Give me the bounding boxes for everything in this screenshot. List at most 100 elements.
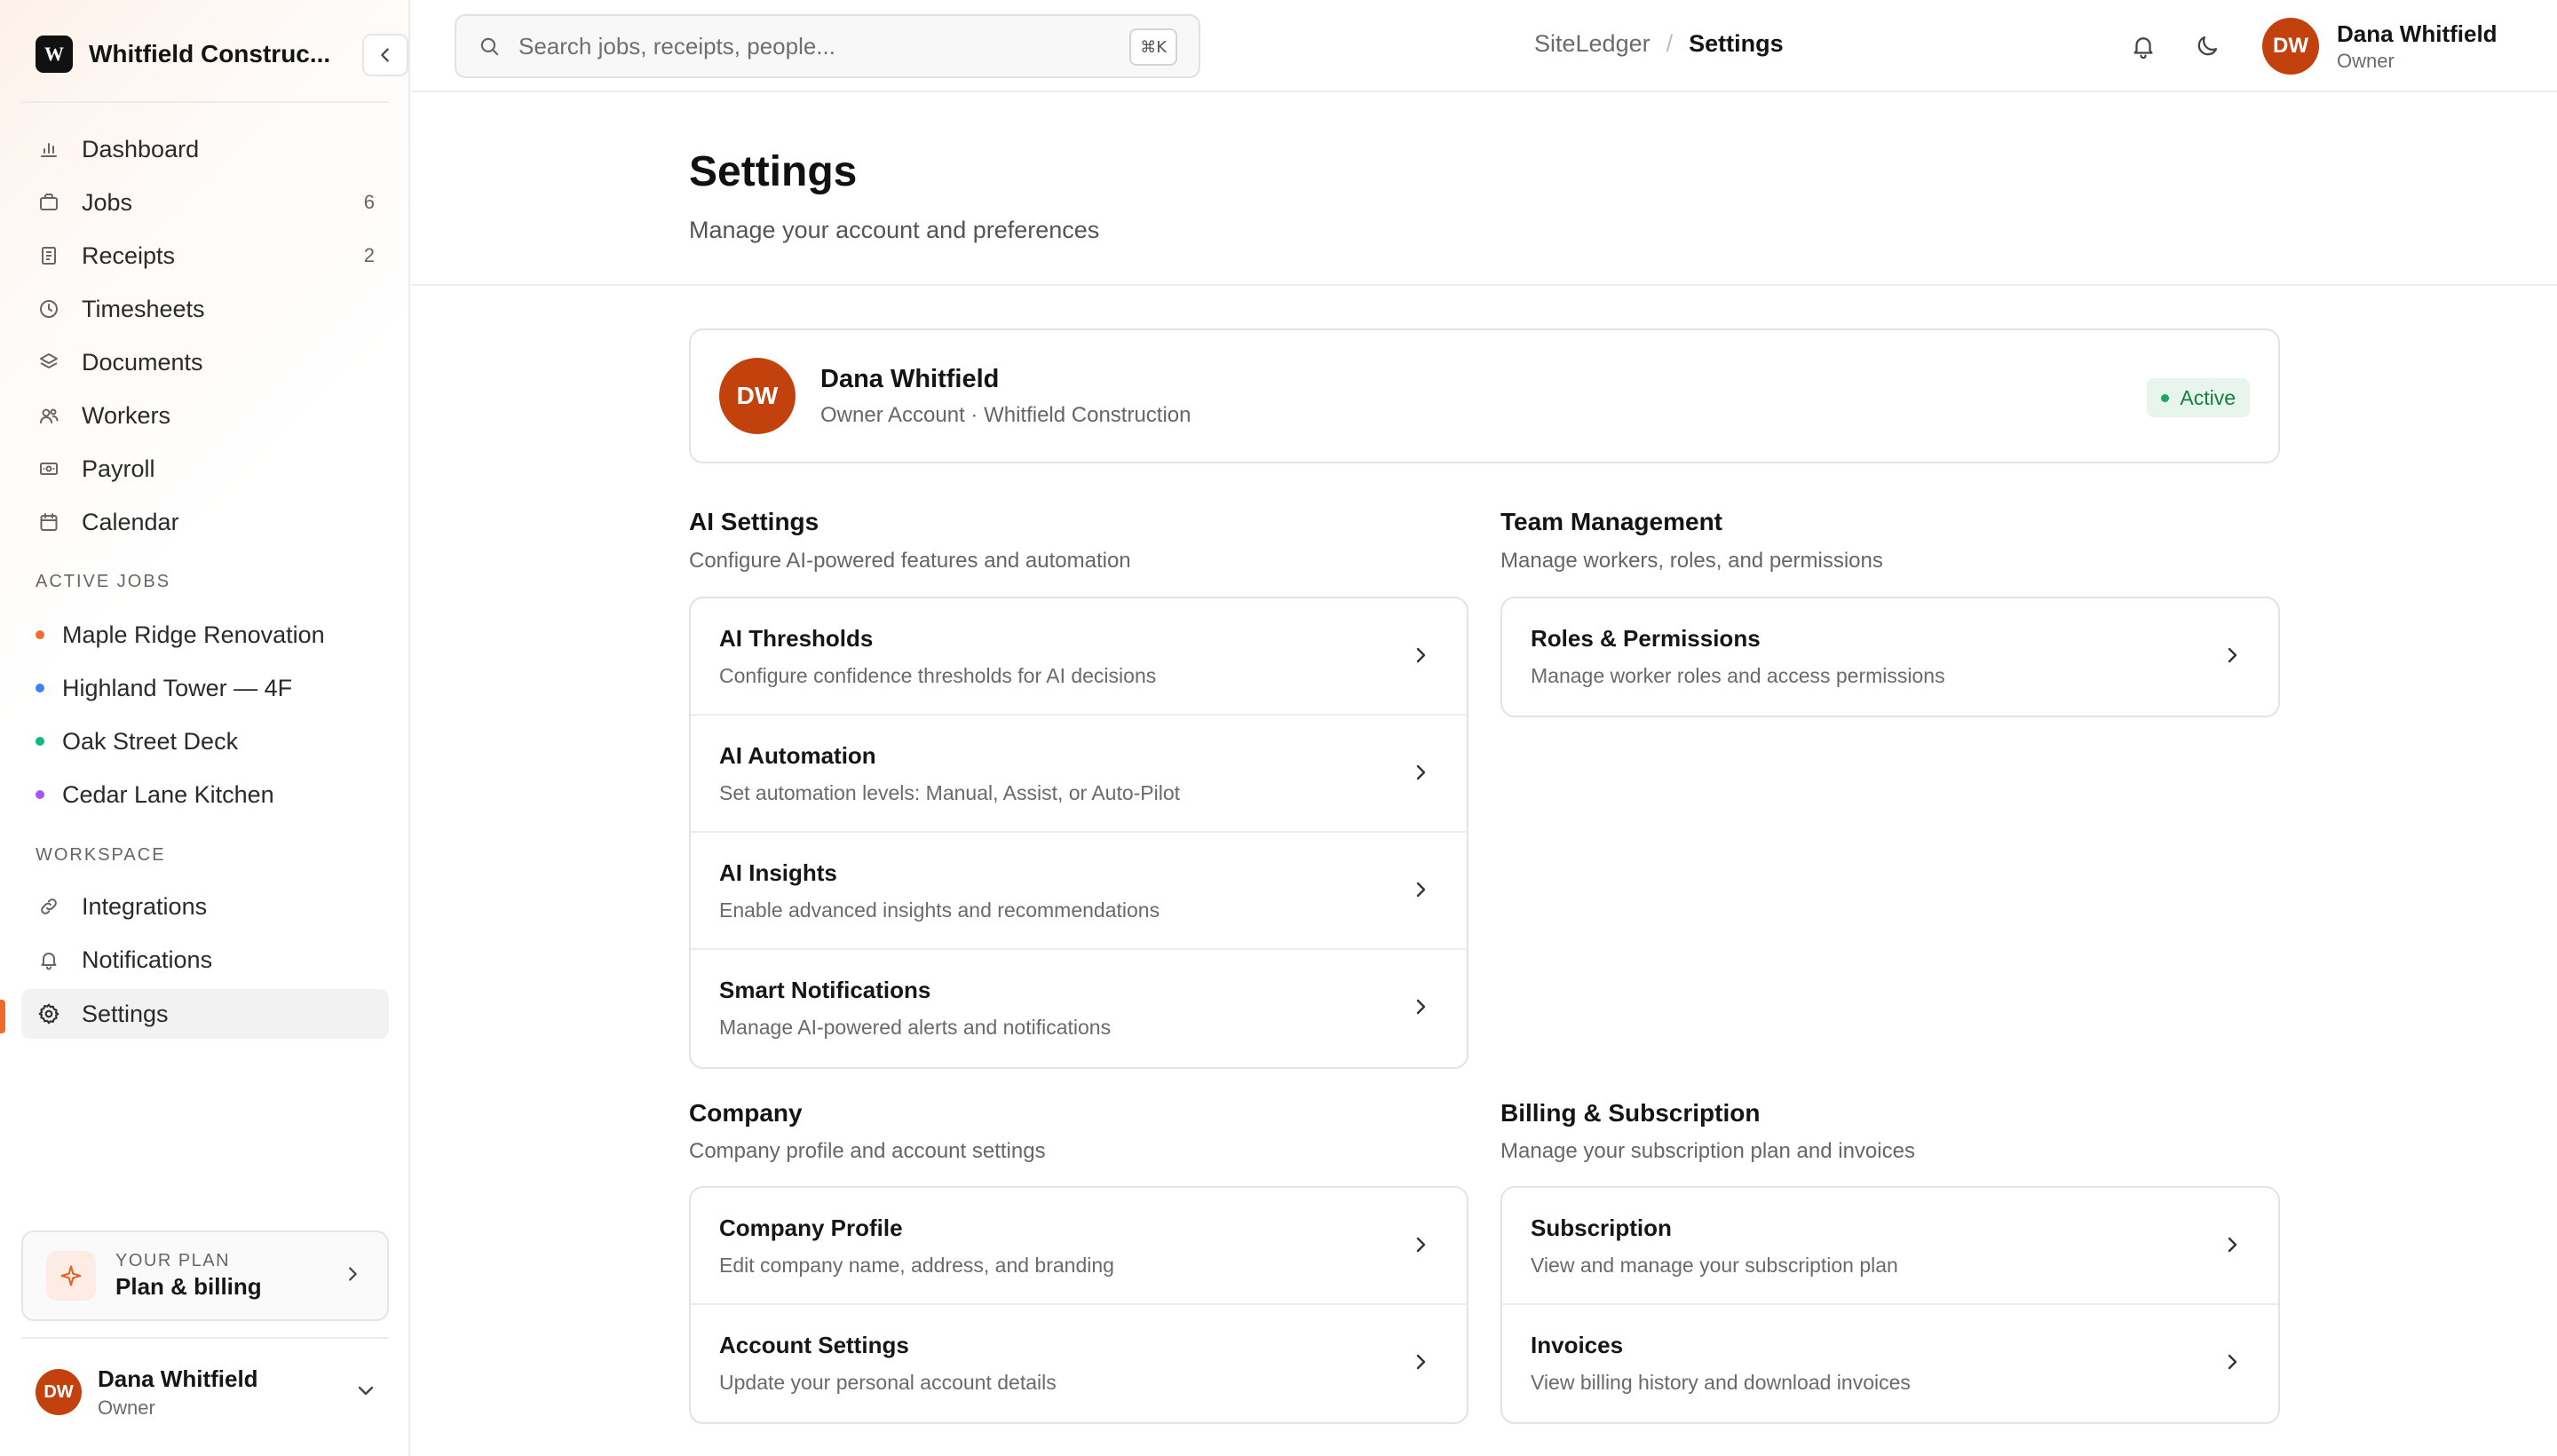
breadcrumb-root[interactable]: SiteLedger (1534, 30, 1651, 58)
job-item-maple-ridge[interactable]: Maple Ridge Renovation (21, 610, 389, 660)
nav-item-payroll[interactable]: Payroll (21, 444, 389, 494)
chevron-right-icon (1416, 999, 1426, 1015)
row-description: Update your personal account details (719, 1371, 1057, 1394)
status-badge: Active (2147, 378, 2250, 417)
row-description: View and manage your subscription plan (1531, 1254, 1898, 1277)
nav-item-dashboard[interactable]: Dashboard (21, 124, 389, 174)
nav-item-calendar[interactable]: Calendar (21, 497, 389, 547)
active-jobs-heading: ACTIVE JOBS (36, 572, 171, 591)
job-item-oak-street[interactable]: Oak Street Deck (21, 716, 389, 766)
nav-label: Timesheets (82, 295, 205, 322)
avatar: DW (2262, 18, 2319, 75)
row-description: Enable advanced insights and recommendat… (719, 898, 1160, 922)
theme-toggle-button[interactable] (2188, 27, 2227, 66)
shortcut-hint: ⌘K (1129, 28, 1177, 66)
topbar: ⌘K SiteLedger / Settings DW Dana Whitfie… (412, 0, 2557, 92)
nav-item-integrations[interactable]: Integrations (21, 882, 389, 931)
nav-label: Documents (82, 348, 203, 376)
row-title: AI Insights (719, 859, 837, 886)
status-label: Active (2180, 385, 2236, 409)
section-title-team: Team Management (1500, 508, 1722, 535)
settings-row-roles-permissions[interactable]: Roles & Permissions Manage worker roles … (1502, 598, 2278, 716)
company-settings-list: Company Profile Edit company name, addre… (689, 1186, 1468, 1424)
banknote-icon (36, 455, 62, 482)
briefcase-icon (36, 189, 62, 216)
sidebar-user-menu[interactable]: DW Dana Whitfield Owner (36, 1357, 391, 1428)
settings-row-company-profile[interactable]: Company Profile Edit company name, addre… (691, 1188, 1467, 1305)
brand-name[interactable]: Whitfield Construc... (89, 40, 330, 68)
row-description: Manage worker roles and access permissio… (1531, 664, 1945, 687)
breadcrumb: SiteLedger / Settings (1534, 30, 1784, 58)
job-label: Highland Tower — 4F (62, 674, 293, 701)
row-description: Edit company name, address, and branding (719, 1254, 1114, 1277)
profile-meta: Owner Account · Whitfield Construction (820, 402, 1191, 427)
profile-name: Dana Whitfield (820, 364, 1000, 393)
user-menu[interactable]: DW Dana Whitfield Owner (2262, 18, 2498, 75)
nav-label: Settings (82, 1000, 169, 1027)
job-label: Maple Ridge Renovation (62, 621, 325, 648)
chevron-right-icon (349, 1267, 357, 1281)
nav-label: Dashboard (82, 135, 200, 162)
job-item-cedar-lane[interactable]: Cedar Lane Kitchen (21, 770, 389, 819)
divider (21, 101, 389, 103)
settings-row-ai-insights[interactable]: AI Insights Enable advanced insights and… (691, 833, 1467, 950)
jobs-count: 6 (363, 191, 375, 213)
bell-icon (36, 946, 62, 973)
page-title: Settings (689, 148, 858, 195)
bar-chart-icon (36, 136, 62, 162)
section-subtitle-company: Company profile and account settings (689, 1139, 1046, 1163)
billing-settings-list: Subscription View and manage your subscr… (1500, 1186, 2280, 1424)
settings-row-subscription[interactable]: Subscription View and manage your subscr… (1502, 1188, 2278, 1305)
users-icon (36, 402, 62, 429)
brand-logo: W (36, 36, 73, 73)
nav-label: Integrations (82, 892, 208, 920)
receipts-count: 2 (363, 244, 375, 266)
user-name: Dana Whitfield (98, 1365, 258, 1392)
chevron-right-icon (1416, 647, 1426, 663)
section-subtitle-billing: Manage your subscription plan and invoic… (1500, 1139, 1915, 1163)
settings-row-invoices[interactable]: Invoices View billing history and downlo… (1502, 1305, 2278, 1422)
nav-item-timesheets[interactable]: Timesheets (21, 284, 389, 334)
plan-kicker: YOUR PLAN (115, 1251, 231, 1270)
team-settings-list: Roles & Permissions Manage worker roles … (1500, 597, 2280, 717)
nav-item-receipts[interactable]: Receipts 2 (21, 231, 389, 281)
job-item-highland-tower[interactable]: Highland Tower — 4F (21, 663, 389, 713)
page-subtitle: Manage your account and preferences (689, 217, 1100, 243)
nav-item-settings[interactable]: Settings (21, 989, 389, 1039)
notifications-button[interactable] (2124, 27, 2163, 66)
chevron-right-icon (1416, 1237, 1426, 1253)
job-color-dot (36, 737, 44, 746)
row-title: AI Automation (719, 742, 876, 769)
plan-billing-card[interactable]: YOUR PLAN Plan & billing (21, 1230, 389, 1321)
nav-item-documents[interactable]: Documents (21, 337, 389, 387)
collapse-sidebar-button[interactable] (362, 34, 408, 76)
nav-item-workers[interactable]: Workers (21, 391, 389, 440)
calendar-icon (36, 509, 62, 535)
link-icon (36, 893, 62, 920)
nav-item-jobs[interactable]: Jobs 6 (21, 178, 389, 227)
active-indicator (0, 1000, 5, 1033)
row-title: Company Profile (719, 1215, 903, 1241)
chevron-right-icon (2228, 1354, 2237, 1370)
nav-item-notifications[interactable]: Notifications (21, 935, 389, 985)
job-label: Cedar Lane Kitchen (62, 780, 274, 808)
job-color-dot (36, 684, 44, 692)
nav-label: Workers (82, 401, 171, 429)
settings-row-smart-notifications[interactable]: Smart Notifications Manage AI-powered al… (691, 950, 1467, 1067)
receipt-icon (36, 242, 62, 269)
search-bar[interactable]: ⌘K (455, 14, 1200, 78)
avatar: DW (36, 1369, 82, 1415)
sidebar: W Whitfield Construc... Dashboard Jobs 6… (0, 0, 410, 1456)
row-title: Invoices (1531, 1332, 1624, 1358)
settings-row-account-settings[interactable]: Account Settings Update your personal ac… (691, 1305, 1467, 1422)
divider (21, 1337, 389, 1339)
settings-row-ai-automation[interactable]: AI Automation Set automation levels: Man… (691, 716, 1467, 833)
search-input[interactable] (519, 32, 1087, 60)
row-title: Subscription (1531, 1215, 1672, 1241)
breadcrumb-separator: / (1666, 30, 1674, 57)
settings-row-ai-thresholds[interactable]: AI Thresholds Configure confidence thres… (691, 598, 1467, 716)
workspace-heading: WORKSPACE (36, 845, 166, 865)
chevron-left-icon (381, 48, 389, 62)
page-header: Settings Manage your account and prefere… (412, 94, 2557, 286)
nav-label: Calendar (82, 508, 179, 535)
